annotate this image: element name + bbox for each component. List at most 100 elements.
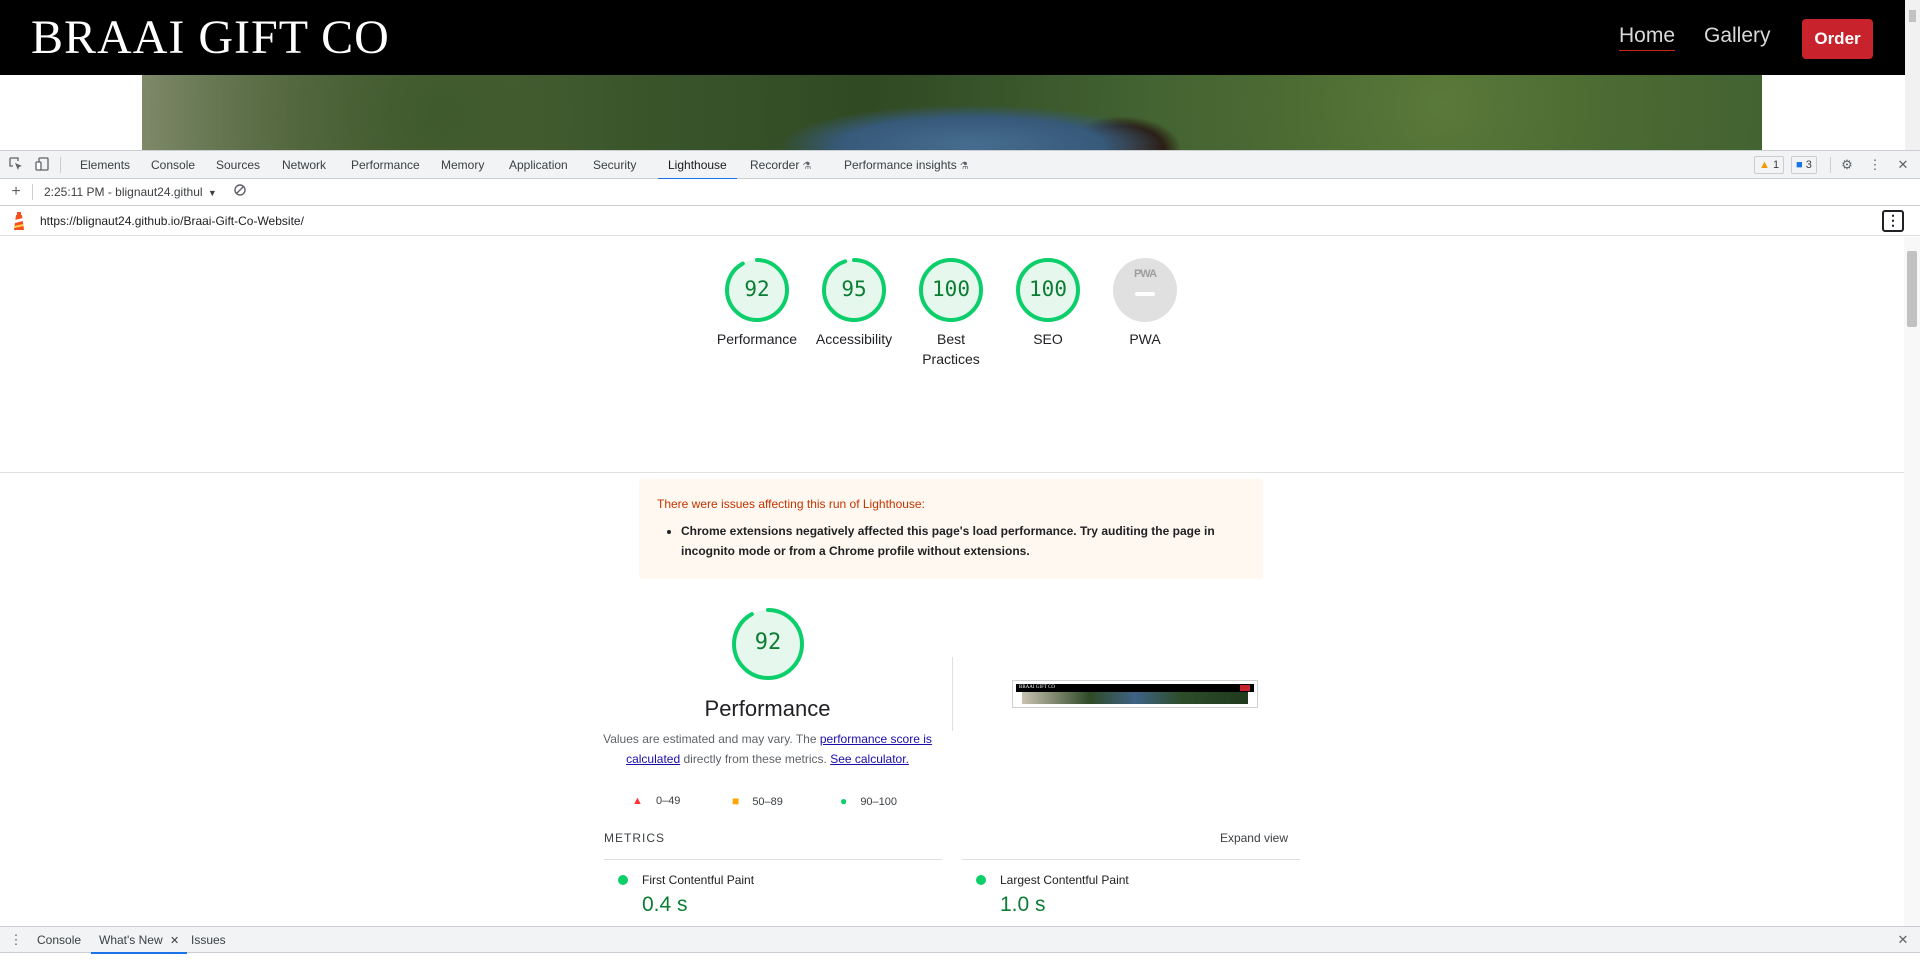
site-scrollbar[interactable] bbox=[1905, 0, 1920, 150]
drawer-tabbar: ⋮ Console What's New ✕ Issues ✕ bbox=[0, 926, 1920, 954]
messages-count: 3 bbox=[1805, 159, 1812, 171]
drawer-tab-console[interactable]: Console bbox=[37, 927, 81, 953]
nav-order-button[interactable]: Order bbox=[1802, 19, 1873, 59]
new-report-plus-icon[interactable]: + bbox=[8, 184, 24, 200]
gauge-score: 92 bbox=[744, 277, 770, 301]
devtools-tabbar: Elements Console Sources Network Perform… bbox=[0, 151, 1920, 180]
pass-circle-icon: ● bbox=[840, 794, 848, 808]
performance-title: Performance bbox=[704, 696, 831, 721]
warnings-count: 1 bbox=[1772, 159, 1780, 171]
tab-security[interactable]: Security bbox=[593, 151, 636, 179]
pass-circle-icon bbox=[976, 875, 986, 885]
gauge-best-practices[interactable]: 100 Best Practices bbox=[905, 257, 997, 369]
close-drawer-icon[interactable]: ✕ bbox=[1895, 932, 1911, 948]
drawer-menu-icon[interactable]: ⋮ bbox=[8, 932, 24, 948]
see-calculator-link[interactable]: See calculator. bbox=[830, 752, 909, 766]
gauge-label: SEO bbox=[1033, 331, 1063, 347]
message-icon: ■ bbox=[1796, 159, 1803, 171]
more-options-icon[interactable]: ⋮ bbox=[1867, 157, 1883, 173]
tab-network[interactable]: Network bbox=[282, 151, 326, 179]
lighthouse-report: 92 Performance 95 Accessibility 100 Best… bbox=[0, 237, 1904, 926]
final-screenshot-thumbnail[interactable]: BRAAI GIFT CO bbox=[1012, 680, 1258, 708]
tab-sources[interactable]: Sources bbox=[216, 151, 260, 179]
audited-url[interactable]: https://blignaut24.github.io/Braai-Gift-… bbox=[40, 206, 304, 236]
fail-triangle-icon: ▲ bbox=[632, 795, 643, 807]
gauge-label: Best Practices bbox=[922, 331, 980, 367]
legend-fail-label: 0–49 bbox=[655, 795, 681, 807]
drawer-tab-whats-new[interactable]: What's New ✕ bbox=[90, 927, 188, 954]
messages-badge[interactable]: ■ 3 bbox=[1791, 156, 1817, 174]
metric-name: First Contentful Paint bbox=[642, 873, 755, 887]
tab-elements[interactable]: Elements bbox=[80, 151, 130, 179]
legend-pass: ● 90–100 bbox=[840, 794, 897, 809]
gauge-pwa[interactable]: PWA PWA bbox=[1099, 257, 1191, 349]
website-preview: BRAAI GIFT CO Home Gallery Order bbox=[0, 0, 1920, 150]
report-select-dropdown[interactable]: 2:25:11 PM - blignaut24.githul ▼ bbox=[44, 179, 217, 207]
clear-report-icon[interactable] bbox=[232, 184, 248, 200]
gauge-label: Accessibility bbox=[815, 331, 893, 347]
run-warnings-box: There were issues affecting this run of … bbox=[639, 479, 1263, 579]
nav-home-link[interactable]: Home bbox=[1619, 22, 1676, 51]
lighthouse-logo-icon bbox=[10, 211, 28, 231]
report-scrollbar[interactable] bbox=[1904, 237, 1920, 926]
gauge-seo[interactable]: 100 SEO bbox=[1002, 257, 1094, 349]
report-select-value: 2:25:11 PM - blignaut24.githul bbox=[44, 185, 203, 199]
tab-recorder[interactable]: Recorder ⚗ bbox=[750, 151, 811, 179]
performance-section: 92 Performance Values are estimated and … bbox=[595, 607, 1295, 837]
pass-circle-icon bbox=[618, 875, 628, 885]
inspect-element-icon[interactable] bbox=[8, 157, 24, 173]
metric-divider bbox=[962, 859, 1300, 860]
close-devtools-icon[interactable]: ✕ bbox=[1895, 157, 1911, 173]
run-warning-item: Chrome extensions negatively affected th… bbox=[681, 521, 1245, 561]
metric-value: 0.4 s bbox=[642, 893, 688, 916]
performance-gauge: 92 bbox=[731, 607, 805, 681]
tab-recorder-label: Recorder bbox=[750, 158, 800, 172]
gauge-label: PWA bbox=[1129, 331, 1161, 347]
metrics-title: METRICS bbox=[604, 831, 665, 845]
performance-description: Values are estimated and may vary. The p… bbox=[595, 729, 940, 769]
run-warnings-list: Chrome extensions negatively affected th… bbox=[681, 521, 1245, 561]
site-logo[interactable]: BRAAI GIFT CO bbox=[31, 10, 390, 65]
tab-application[interactable]: Application bbox=[509, 151, 568, 179]
expand-view-toggle[interactable]: Expand view bbox=[1220, 828, 1288, 848]
dropdown-arrow-icon: ▼ bbox=[207, 188, 217, 198]
legend-average-label: 50–89 bbox=[752, 796, 783, 808]
warnings-badge[interactable]: ▲ 1 bbox=[1754, 156, 1785, 174]
desc-text-2: directly from these metrics. bbox=[680, 752, 831, 766]
nav-gallery-link[interactable]: Gallery bbox=[1704, 22, 1771, 50]
tab-memory[interactable]: Memory bbox=[441, 151, 484, 179]
legend-fail: ▲ 0–49 bbox=[632, 794, 680, 808]
metrics-header: METRICS Expand view bbox=[604, 828, 1288, 848]
performance-divider bbox=[952, 657, 953, 731]
tab-lighthouse[interactable]: Lighthouse bbox=[658, 151, 737, 180]
tab-console[interactable]: Console bbox=[151, 151, 195, 179]
gauge-accessibility[interactable]: 95 Accessibility bbox=[808, 257, 900, 349]
hero-image bbox=[142, 75, 1762, 150]
metric-name: Largest Contentful Paint bbox=[1000, 873, 1129, 887]
average-square-icon: ■ bbox=[732, 794, 740, 808]
device-toolbar-icon[interactable] bbox=[34, 157, 50, 173]
performance-score: 92 bbox=[754, 630, 782, 655]
gauge-label: Performance bbox=[716, 331, 798, 347]
warning-icon: ▲ bbox=[1759, 159, 1770, 171]
drawer-tab-issues[interactable]: Issues bbox=[191, 927, 226, 953]
drawer-tab-whats-new-label: What's New bbox=[99, 933, 163, 947]
tab-performance[interactable]: Performance bbox=[351, 151, 420, 179]
experimental-flask-icon: ⚗ bbox=[959, 161, 969, 172]
gauge-score: 100 bbox=[1029, 277, 1067, 301]
gauge-score: 95 bbox=[841, 277, 867, 301]
experimental-flask-icon: ⚗ bbox=[802, 161, 812, 172]
settings-gear-icon[interactable]: ⚙ bbox=[1839, 157, 1855, 173]
devtools-panel: Elements Console Sources Network Perform… bbox=[0, 150, 1920, 962]
tab-performance-insights[interactable]: Performance insights ⚗ bbox=[844, 151, 969, 179]
pwa-badge-icon: PWA bbox=[1112, 257, 1178, 323]
report-menu-button[interactable]: ⋮ bbox=[1882, 210, 1904, 232]
devtools-drawer: ⋮ Console What's New ✕ Issues ✕ bbox=[0, 926, 1920, 962]
close-tab-icon[interactable]: ✕ bbox=[170, 935, 179, 947]
gauge-score: 100 bbox=[932, 277, 970, 301]
gauge-performance[interactable]: 92 Performance bbox=[711, 257, 803, 349]
header-divider bbox=[0, 472, 1904, 473]
tab-performance-insights-label: Performance insights bbox=[844, 158, 957, 172]
lighthouse-toolbar: + 2:25:11 PM - blignaut24.githul ▼ bbox=[0, 179, 1920, 206]
lighthouse-url-bar: https://blignaut24.github.io/Braai-Gift-… bbox=[0, 206, 1920, 236]
